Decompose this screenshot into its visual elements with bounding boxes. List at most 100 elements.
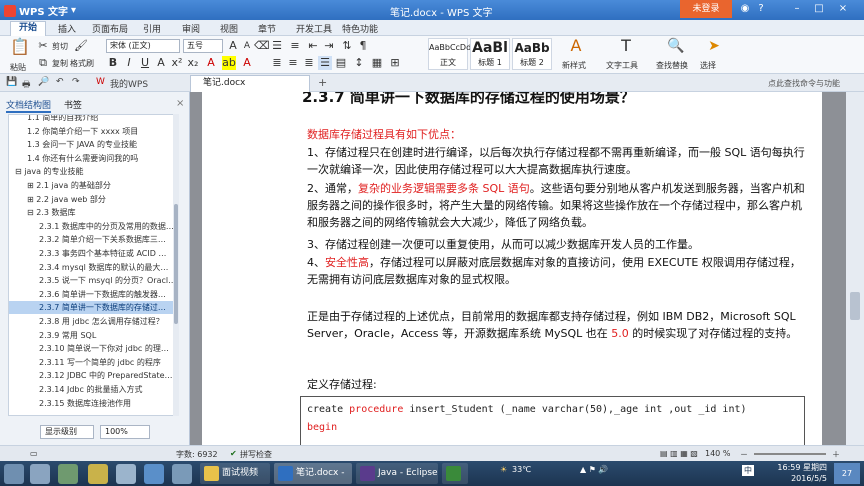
- paste-button[interactable]: 粘贴: [10, 62, 26, 73]
- scroll-thumb[interactable]: [174, 204, 178, 324]
- format-painter-button[interactable]: 格式刷: [70, 58, 94, 69]
- tab-page-layout[interactable]: 页面布局: [92, 22, 128, 35]
- style-normal[interactable]: AaBbCcDd 正文: [428, 38, 471, 70]
- new-tab-button[interactable]: +: [318, 76, 327, 89]
- outline-item[interactable]: ⊞ 2.2 java web 部分: [9, 193, 177, 206]
- justify-icon[interactable]: ☰: [318, 56, 332, 70]
- new-style-icon[interactable]: A: [566, 38, 586, 59]
- tab-bookmarks[interactable]: 书签: [64, 101, 82, 111]
- outline-item[interactable]: 1.2 你简单介绍一下 xxxx 项目: [9, 125, 177, 138]
- pinned-app-icon[interactable]: [172, 464, 192, 484]
- bullets-icon[interactable]: ☰: [270, 39, 284, 53]
- outline-item[interactable]: 2.3.15 数据库连接池作用: [9, 397, 177, 410]
- italic-icon[interactable]: I: [122, 56, 136, 70]
- distribute-icon[interactable]: ▤: [334, 56, 348, 70]
- outline-item[interactable]: 2.3.7 简单讲一下数据库的存储过…: [9, 301, 177, 315]
- print-icon[interactable]: 🖶: [22, 77, 31, 93]
- outline-item[interactable]: 1.4 你还有什么需要询问我的吗: [9, 152, 177, 165]
- select-button[interactable]: 选择: [700, 60, 716, 71]
- font-color-icon[interactable]: A: [204, 56, 218, 70]
- taskbar-wps-item[interactable]: 笔记.docx - W…: [274, 463, 352, 484]
- decrease-indent-icon[interactable]: ⇤: [306, 39, 320, 53]
- maximize-button[interactable]: □: [812, 2, 826, 16]
- zoom-slider[interactable]: [754, 453, 826, 455]
- document-scrollbar[interactable]: [846, 92, 864, 445]
- redo-icon[interactable]: ↷: [72, 77, 80, 87]
- copy-icon[interactable]: ⧉: [36, 56, 50, 70]
- paste-icon[interactable]: 📋: [10, 39, 30, 60]
- outline-item[interactable]: 2.3.2 简单介绍一下关系数据库三…: [9, 233, 177, 246]
- tab-developer[interactable]: 开发工具: [296, 22, 332, 35]
- document-tab[interactable]: 笔记.docx: [190, 75, 310, 92]
- cursor-icon[interactable]: ➤: [704, 39, 724, 59]
- outline-item[interactable]: 2.3.12 JDBC 中的 PreparedState…: [9, 369, 177, 382]
- outline-item[interactable]: 2.3.10 简单说一下你对 jdbc 的理…: [9, 342, 177, 355]
- skin-icon[interactable]: ◉: [738, 2, 752, 16]
- style-heading-2[interactable]: AaBb 标题 2: [512, 38, 552, 70]
- pinned-app-icon[interactable]: [30, 464, 50, 484]
- align-center-icon[interactable]: ≡: [286, 56, 300, 70]
- pinned-app-icon[interactable]: [144, 464, 164, 484]
- document-page[interactable]: 2.3.7 简单讲一下数据库的存储过程的使用场景？ 数据库存储过程具有如下优点：…: [202, 92, 822, 445]
- increase-indent-icon[interactable]: ⇥: [322, 39, 336, 53]
- app-menu[interactable]: WPS 文字 ▾: [4, 3, 76, 18]
- outline-item[interactable]: 2.3.4 mysql 数据库的默认的最大…: [9, 261, 177, 274]
- outline-item[interactable]: 2.3.1 数据库中的分页及常用的数据…: [9, 220, 177, 233]
- view-mode-icons[interactable]: ▤ ▥ ▦ ▧: [660, 449, 698, 458]
- tab-section[interactable]: 章节: [258, 22, 276, 35]
- font-name-select[interactable]: 宋体 (正文): [106, 39, 180, 53]
- cut-icon[interactable]: ✂: [36, 39, 50, 53]
- align-left-icon[interactable]: ≣: [270, 56, 284, 70]
- outline-item[interactable]: ⊞ 2.1 java 的基础部分: [9, 179, 177, 192]
- tab-home[interactable]: 开始: [10, 21, 47, 36]
- outline-item[interactable]: ⊟ java 的专业技能: [9, 165, 177, 178]
- pinned-app-icon[interactable]: [116, 464, 136, 484]
- outline-item[interactable]: 2.3.9 常用 SQL: [9, 329, 177, 342]
- search-icon[interactable]: 🔍: [666, 39, 686, 59]
- subscript-icon[interactable]: x₂: [186, 56, 200, 70]
- tab-features[interactable]: 特色功能: [342, 22, 378, 35]
- underline-icon[interactable]: U: [138, 56, 152, 70]
- pinned-app-icon[interactable]: [88, 464, 108, 484]
- numbering-icon[interactable]: ≡: [288, 39, 302, 53]
- taskbar-eclipse-item[interactable]: Java - Eclipse: [356, 463, 438, 484]
- tab-review[interactable]: 审阅: [182, 22, 200, 35]
- show-marks-icon[interactable]: ¶: [356, 39, 370, 53]
- preview-icon[interactable]: 🔎: [38, 77, 49, 87]
- outline-item[interactable]: 1.1 简单的自我介绍: [9, 115, 177, 124]
- tab-doc-structure[interactable]: 文档结构图: [6, 101, 52, 113]
- border-icon[interactable]: ⊞: [388, 56, 402, 70]
- highlight-icon[interactable]: ab: [222, 56, 236, 70]
- level-select[interactable]: 显示级别: [40, 425, 94, 439]
- spell-check[interactable]: 拼写检查: [240, 449, 272, 460]
- line-spacing-icon[interactable]: ↕: [352, 56, 366, 70]
- find-replace-button[interactable]: 查找替换: [656, 60, 688, 71]
- pinned-app-icon[interactable]: [4, 464, 24, 484]
- text-effect-icon[interactable]: A: [240, 56, 254, 70]
- pinned-app-icon[interactable]: [58, 464, 78, 484]
- wps-icon[interactable]: W: [96, 77, 105, 87]
- tab-view[interactable]: 视图: [220, 22, 238, 35]
- taskbar-folder-item[interactable]: 面试视频: [200, 463, 270, 484]
- my-wps-tab[interactable]: 我的WPS: [110, 77, 148, 90]
- close-button[interactable]: ×: [836, 2, 850, 16]
- close-icon[interactable]: ×: [176, 98, 184, 109]
- outline-item[interactable]: 2.3.11 写一个简单的 jdbc 的程序: [9, 356, 177, 369]
- outline-item[interactable]: 2.3.5 说一下 msyql 的分页？Oracl…: [9, 274, 177, 287]
- outline-scrollbar[interactable]: [173, 114, 179, 416]
- shrink-font-icon[interactable]: A: [240, 39, 254, 53]
- nav-zoom-select[interactable]: 100%: [100, 425, 150, 439]
- grow-font-icon[interactable]: A: [226, 39, 240, 53]
- superscript-icon[interactable]: x²: [170, 56, 184, 70]
- tab-references[interactable]: 引用: [143, 22, 161, 35]
- clear-format-icon[interactable]: ⌫: [254, 39, 270, 53]
- word-count[interactable]: 字数: 6932: [176, 449, 218, 460]
- style-heading-1[interactable]: AaBl 标题 1: [470, 38, 510, 70]
- brush-icon[interactable]: 🖌: [74, 39, 88, 53]
- strikethrough-icon[interactable]: A: [154, 56, 168, 70]
- text-tools-button[interactable]: 文字工具: [606, 60, 638, 71]
- minimize-button[interactable]: –: [790, 2, 804, 16]
- outline-item[interactable]: 2.3.14 Jdbc 的批量插入方式: [9, 383, 177, 396]
- bold-icon[interactable]: B: [106, 56, 120, 70]
- undo-icon[interactable]: ↶: [56, 77, 64, 87]
